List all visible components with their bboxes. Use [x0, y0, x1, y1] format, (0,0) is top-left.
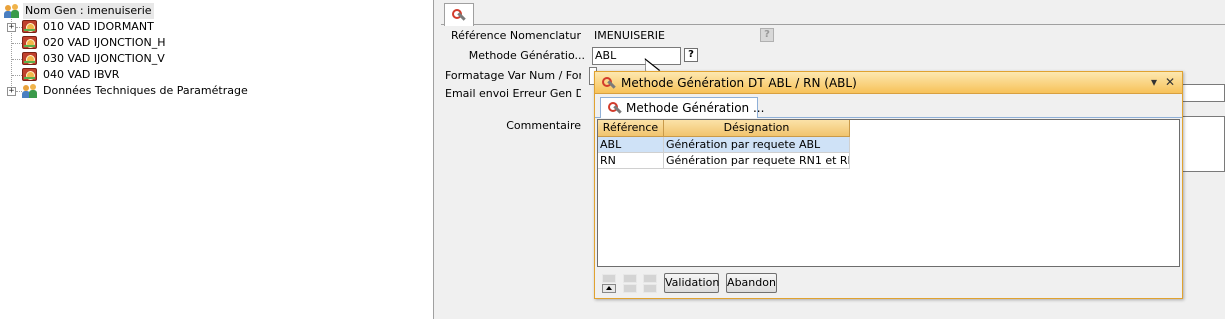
- expand-icon[interactable]: +: [7, 87, 16, 96]
- component-icon: [22, 36, 37, 49]
- email-input[interactable]: [1180, 84, 1225, 102]
- reference-value: IMENUISERIE: [594, 29, 665, 42]
- column-header-designation[interactable]: Désignation: [664, 120, 850, 137]
- methode-help-button[interactable]: ?: [684, 48, 698, 62]
- tree-pane[interactable]: Nom Gen : imenuiserie + 010 VAD IDORMANT…: [0, 0, 434, 319]
- tab-main[interactable]: [444, 3, 474, 26]
- users-icon: [22, 83, 38, 99]
- tree-item-label: 030 VAD IJONCTION_V: [43, 52, 165, 65]
- methode-popup-window: Methode Génération DT ABL / RN (ABL) ▾ ✕…: [594, 71, 1183, 299]
- email-label: Email envoi Erreur Gen DT: [445, 87, 581, 100]
- tree-connector: [12, 75, 22, 76]
- tree-item-donnees-techniques[interactable]: Données Techniques de Paramétrage: [22, 83, 282, 99]
- cell-reference[interactable]: RN: [598, 153, 664, 169]
- tree-root[interactable]: Nom Gen : imenuiserie: [3, 3, 203, 19]
- tree-item-label: Données Techniques de Paramétrage: [43, 84, 248, 97]
- nav-button[interactable]: [623, 274, 637, 283]
- popup-title: Methode Génération DT ABL / RN (ABL): [621, 76, 857, 90]
- column-header-reference[interactable]: Référence: [598, 120, 664, 137]
- tools-icon: [607, 101, 621, 115]
- tree-item-010[interactable]: 010 VAD IDORMANT: [22, 19, 222, 35]
- tree-item-label: 010 VAD IDORMANT: [43, 20, 154, 33]
- cell-reference[interactable]: ABL: [598, 137, 664, 153]
- reference-help-button[interactable]: ?: [760, 28, 774, 42]
- formatage-label: Formatage Var Num / Forma: [445, 69, 581, 82]
- commentaire-label: Commentaire: [506, 119, 581, 132]
- tree-root-label: Nom Gen : imenuiserie: [23, 3, 154, 19]
- component-icon: [22, 52, 37, 65]
- tree-item-020[interactable]: 020 VAD IJONCTION_H: [22, 35, 222, 51]
- results-grid[interactable]: Référence Désignation ABL Génération par…: [597, 119, 1180, 267]
- component-icon: [22, 20, 37, 33]
- close-icon[interactable]: ✕: [1163, 75, 1177, 89]
- popup-title-bar[interactable]: Methode Génération DT ABL / RN (ABL) ▾ ✕: [595, 72, 1182, 94]
- cell-designation[interactable]: Génération par requete ABL: [664, 137, 850, 153]
- users-icon: [4, 3, 20, 19]
- dropdown-arrow-icon[interactable]: ▾: [1147, 75, 1161, 89]
- commentaire-textarea[interactable]: [1180, 116, 1225, 172]
- tree-item-030[interactable]: 030 VAD IJONCTION_V: [22, 51, 222, 67]
- methode-label: Methode Génératio...: [468, 49, 585, 62]
- tools-icon: [601, 76, 615, 90]
- tab-label: Methode Génération ...: [626, 101, 765, 115]
- tools-icon: [451, 8, 465, 22]
- abandon-button[interactable]: Abandon: [726, 273, 777, 293]
- tree-item-label: 040 VAD IBVR: [43, 68, 120, 81]
- nav-button[interactable]: [643, 274, 657, 283]
- nav-button[interactable]: [643, 284, 657, 293]
- component-icon: [22, 68, 37, 81]
- tree-item-label: 020 VAD IJONCTION_H: [43, 36, 166, 49]
- tab-methode-generation[interactable]: Methode Génération ...: [600, 97, 764, 118]
- cell-designation[interactable]: Génération par requete RN1 et RN5: [664, 153, 850, 169]
- reference-label: Référence Nomenclatur: [451, 29, 581, 42]
- move-up-button[interactable]: [602, 284, 616, 293]
- main-tab-strip: [441, 3, 1225, 26]
- tree-connector: [12, 59, 22, 60]
- nav-button[interactable]: [623, 284, 637, 293]
- expand-icon[interactable]: +: [7, 23, 16, 32]
- nav-button[interactable]: [602, 274, 616, 283]
- validation-button[interactable]: Validation: [664, 273, 719, 293]
- methode-input[interactable]: ABL: [592, 47, 681, 65]
- tree-connector: [12, 43, 22, 44]
- tree-item-040[interactable]: 040 VAD IBVR: [22, 67, 222, 83]
